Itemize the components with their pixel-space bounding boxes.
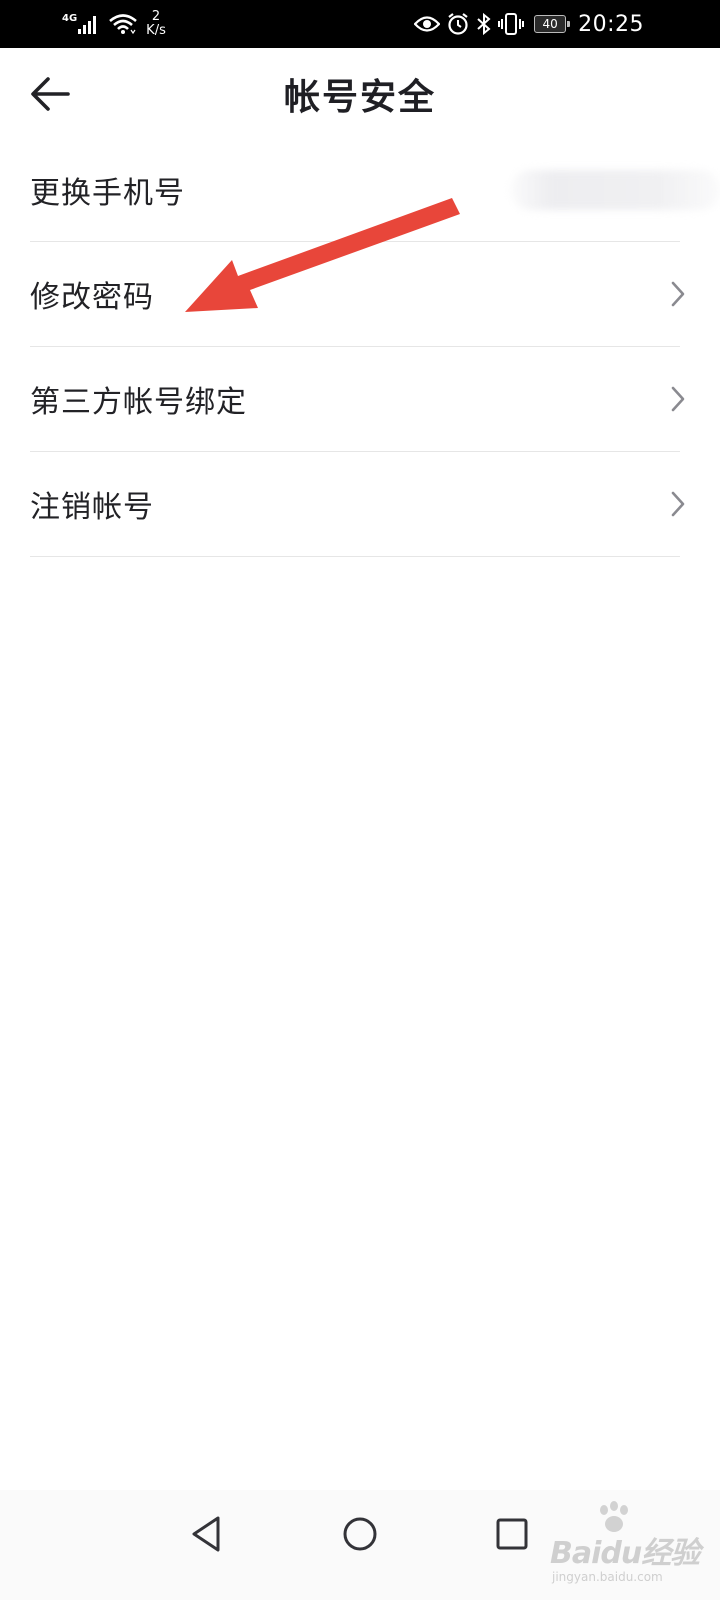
battery-icon: 40	[534, 15, 571, 33]
page-title: 帐号安全	[283, 77, 436, 118]
chevron-right-icon	[671, 281, 685, 307]
title-bar: 帐号安全	[0, 48, 720, 138]
list-item-change-phone[interactable]: 更换手机号	[30, 138, 720, 242]
nav-home-button[interactable]	[336, 1510, 384, 1558]
speed-value: 2	[151, 9, 161, 24]
blurred-phone-number	[510, 170, 720, 210]
status-right: 40 20:25	[414, 6, 644, 42]
signal-icon	[78, 16, 97, 34]
chevron-right-icon	[671, 386, 685, 412]
list-item-label: 修改密码	[30, 280, 154, 315]
list-item-label: 更换手机号	[30, 175, 185, 211]
wifi-icon	[109, 14, 138, 35]
nav-back-button[interactable]	[182, 1510, 230, 1558]
alarm-icon	[448, 13, 468, 35]
navigation-bar	[0, 1490, 720, 1600]
nav-back-icon	[192, 1516, 220, 1552]
speed-unit: K/s	[146, 23, 166, 38]
list-item-label: 第三方帐号绑定	[30, 385, 247, 420]
nav-recent-button[interactable]	[488, 1510, 536, 1558]
list-item-cancel-account[interactable]: 注销帐号	[30, 452, 685, 557]
battery-level: 40	[542, 17, 558, 31]
bluetooth-icon	[477, 12, 491, 36]
settings-list: 更换手机号 修改密码 第三方帐号绑定 注销帐号	[30, 138, 720, 557]
status-time: 20:25	[578, 11, 644, 37]
status-left: 4G 2 K/s	[62, 6, 166, 42]
network-speed: 2 K/s	[146, 10, 166, 38]
nav-home-icon	[343, 1517, 377, 1551]
vibrate-icon	[498, 13, 525, 35]
eye-icon	[414, 16, 441, 32]
network-type: 4G	[62, 12, 78, 24]
nav-recent-icon	[496, 1518, 528, 1550]
list-item-third-party-binding[interactable]: 第三方帐号绑定	[30, 347, 685, 452]
status-bar: 4G 2 K/s 40 20:25	[0, 0, 720, 48]
chevron-right-icon	[671, 491, 685, 517]
screen: 4G 2 K/s 40 20:25 帐号安全 更换手机号 修改密码 第三方帐号绑…	[0, 0, 720, 1600]
list-item-change-password[interactable]: 修改密码	[30, 242, 685, 347]
list-item-label: 注销帐号	[30, 490, 154, 525]
